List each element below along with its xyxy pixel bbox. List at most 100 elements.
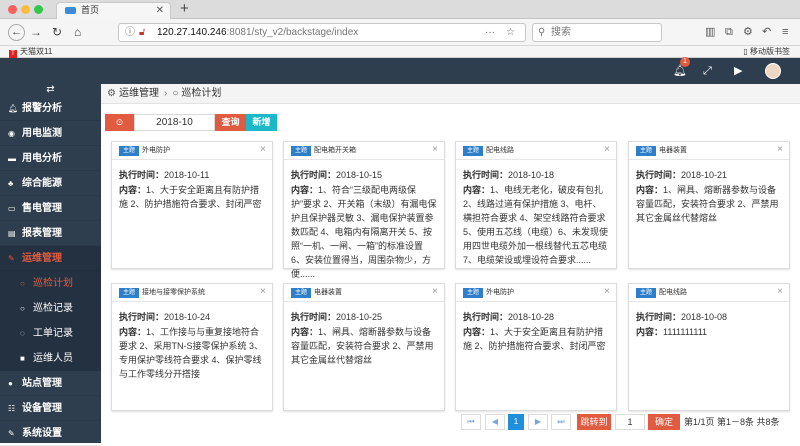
sidebar-item-devices[interactable]: ☷ 设备管理 <box>0 396 101 421</box>
sidebar-item-energy[interactable]: ♣ 综合能源 <box>0 171 101 196</box>
sidebar-item-operations[interactable]: ✎ 运维管理 <box>0 246 101 271</box>
map-pin-icon: ● <box>8 379 13 388</box>
sidebar-item-label: 用电分析 <box>22 153 62 164</box>
content-label: 内容： <box>636 327 664 337</box>
info-icon[interactable]: ⓘ <box>125 24 135 41</box>
undo-icon[interactable]: ↶ <box>762 25 771 39</box>
close-icon[interactable]: × <box>260 144 266 156</box>
sidebar-subitem-staff[interactable]: ■ 运维人员 <box>0 346 101 371</box>
plan-card[interactable]: 主题 配电线路 × 执行时间：2018-10-08 内容：1111111111 <box>628 283 790 411</box>
plan-card[interactable]: 主题 接地与接零保护系统 × 执行时间：2018-10-24 内容：1、工作接与… <box>111 283 273 411</box>
sitemap-icon: ☷ <box>8 404 16 413</box>
sidebar-item-sites[interactable]: ● 站点管理 <box>0 371 101 396</box>
sidebar-subitem-inspection-record[interactable]: ○ 巡检记录 <box>0 296 101 321</box>
card-body: 执行时间：2018-10-15 内容：1、符合“三级配电两级保护”要求 2、开关… <box>291 168 437 281</box>
topic-tag: 主题 <box>463 146 484 156</box>
browser-tab[interactable]: 首页 ✕ <box>56 2 171 19</box>
back-button[interactable]: ← <box>8 24 25 41</box>
query-button[interactable]: 查询 <box>215 114 246 131</box>
forward-button[interactable]: → <box>30 24 42 40</box>
sidebar-subitem-label: 工单记录 <box>33 328 73 339</box>
sidebar-item-label: 售电管理 <box>22 203 62 214</box>
card-title: 配电线路 <box>486 147 514 154</box>
go-button[interactable]: 确定 <box>648 414 680 430</box>
library-icon[interactable]: ▥ <box>705 25 715 39</box>
sidebar-subitem-label: 巡检记录 <box>33 303 73 314</box>
breadcrumb-level1[interactable]: 运维管理 <box>119 88 159 99</box>
plan-card[interactable]: 主题 配电箱开关箱 × 执行时间：2018-10-15 内容：1、符合“三级配电… <box>283 141 445 279</box>
plan-card[interactable]: 主题 外电防护 × 执行时间：2018-10-11 内容：1、大于安全距离且有防… <box>111 141 273 269</box>
content-value: 1、电线无老化，破皮有包扎 2、线路过道有保护措施 3、电杆、横担符合要求 4、… <box>463 185 609 265</box>
sidebar-item-label: 运维管理 <box>22 253 62 264</box>
menu-icon[interactable]: ≡ <box>782 25 788 39</box>
plan-card[interactable]: 主题 电器装置 × 执行时间：2018-10-21 内容：1、闸具、熔断器参数与… <box>628 141 790 269</box>
close-icon[interactable]: × <box>432 144 438 156</box>
page-actions-icon[interactable]: ··· <box>485 24 495 41</box>
maximize-window-button[interactable] <box>34 5 43 14</box>
sidebar-subitem-work-orders[interactable]: ◌ 工单记录 <box>0 321 101 346</box>
sidebar-item-sales[interactable]: ▭ 售电管理 <box>0 196 101 221</box>
sidebar-item-reports[interactable]: ▤ 报表管理 <box>0 221 101 246</box>
plan-card[interactable]: 主题 外电防护 × 执行时间：2018-10-28 内容：1、大于安全距离且有防… <box>455 283 617 411</box>
next-page-icon[interactable]: ▶ <box>528 414 548 430</box>
avatar[interactable] <box>765 63 781 79</box>
extension-icon[interactable]: ⚙ <box>743 25 753 39</box>
add-button[interactable]: 新增 <box>246 114 277 131</box>
mobile-bookmarks[interactable]: ▯ 移动版书签 <box>743 46 790 57</box>
sidebar-item-power-analysis[interactable]: ▬ 用电分析 <box>0 146 101 171</box>
plan-card[interactable]: 主题 电器装置 × 执行时间：2018-10-25 内容：1、闸具、熔断器参数与… <box>283 283 445 411</box>
circle-icon: ○ <box>172 88 179 99</box>
exec-time-row: 执行时间：2018-10-08 <box>636 312 727 322</box>
close-icon[interactable]: × <box>604 286 610 298</box>
sidebar-item-label: 报表管理 <box>22 228 62 239</box>
sidebar-item-alarm-analysis[interactable]: 🔔︎ 报警分析 <box>0 96 101 121</box>
sidebar-item-power-monitor[interactable]: ◉ 用电监测 <box>0 121 101 146</box>
exec-time-value: 2018-10-18 <box>508 170 555 180</box>
sidebar-subitem-inspection-plan[interactable]: ○ 巡检计划 <box>0 271 101 296</box>
close-icon[interactable]: × <box>260 286 266 298</box>
reload-button[interactable]: ↻ <box>52 24 62 40</box>
sidebar-item-label: 综合能源 <box>22 178 62 189</box>
search-input[interactable]: ⚲ 搜索 <box>532 23 662 42</box>
sidebar-item-label: 系统设置 <box>22 428 62 439</box>
circle-icon: ○ <box>20 279 25 288</box>
close-icon[interactable]: × <box>604 144 610 156</box>
breadcrumb: ⚙ 运维管理 › ○ 巡检计划 <box>101 84 800 104</box>
content-row: 内容：1、闸具、熔断器参数与设备容量匹配，安装符合要求 2、严禁用其它金属丝代替… <box>291 325 437 367</box>
mobile-bookmarks-label: 移动版书签 <box>750 47 790 56</box>
fullscreen-icon[interactable]: ⤢ <box>703 64 712 78</box>
bookmark-tmall[interactable]: T 天猫双11 <box>9 46 52 58</box>
exec-time-row: 执行时间：2018-10-21 <box>636 170 727 180</box>
exec-time-label: 执行时间： <box>463 170 509 180</box>
document-icon: ▤ <box>8 229 16 238</box>
prev-page-icon[interactable]: ◀ <box>485 414 505 430</box>
sidebar-item-label: 报警分析 <box>22 103 62 114</box>
close-icon[interactable]: × <box>777 286 783 298</box>
plan-card[interactable]: 主题 配电线路 × 执行时间：2018-10-18 内容：1、电线无老化，破皮有… <box>455 141 617 269</box>
wrench-icon: ✎ <box>8 429 15 438</box>
bookmark-star-icon[interactable]: ☆ <box>506 24 515 41</box>
page-input[interactable]: 1 <box>615 414 645 430</box>
close-icon[interactable]: × <box>777 144 783 156</box>
sidebar-toggle-icon[interactable]: ⇄ <box>0 84 101 96</box>
close-window-button[interactable] <box>8 5 17 14</box>
content-label: 内容： <box>119 327 147 337</box>
month-input[interactable]: 2018-10 <box>134 114 215 131</box>
close-icon[interactable]: × <box>432 286 438 298</box>
jump-to-button[interactable]: 跳转到 <box>577 414 611 430</box>
page-number-current[interactable]: 1 <box>508 414 524 430</box>
clock-icon[interactable]: ⊙ <box>105 114 134 131</box>
close-tab-icon[interactable]: ✕ <box>156 3 164 18</box>
play-icon[interactable]: ▶ <box>734 64 742 78</box>
content-row: 内容：1、符合“三级配电两级保护”要求 2、开关箱（末级）有漏电保护且保护器灵敏… <box>291 183 437 281</box>
address-bar[interactable]: ⓘ 🔓︎ 120.27.140.246:8081/sty_v2/backstag… <box>118 23 526 42</box>
card-header: 主题 电器装置 × <box>284 284 444 302</box>
new-tab-button[interactable]: + <box>180 0 189 18</box>
home-button[interactable]: ⌂ <box>74 24 81 40</box>
last-page-icon[interactable]: ⏭ <box>551 414 571 430</box>
minimize-window-button[interactable] <box>21 5 30 14</box>
sidebar-item-settings[interactable]: ✎ 系统设置 <box>0 421 101 446</box>
content-label: 内容： <box>119 185 147 195</box>
first-page-icon[interactable]: ⏮ <box>461 414 481 430</box>
screenshot-icon[interactable]: ⧉ <box>725 25 733 39</box>
